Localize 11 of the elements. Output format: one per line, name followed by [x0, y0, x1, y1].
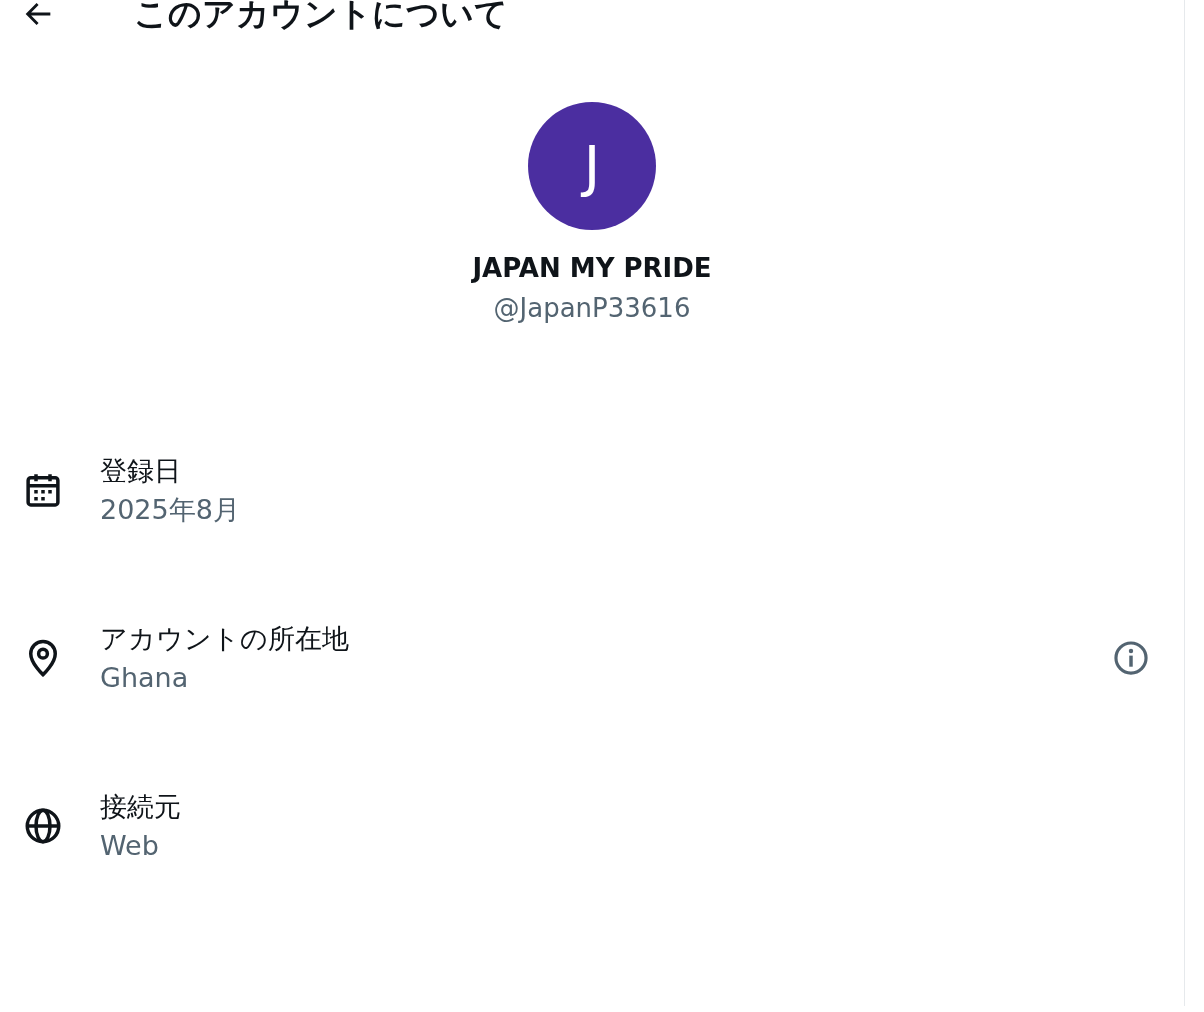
- detail-label: 接続元: [100, 790, 182, 824]
- display-name: JAPAN MY PRIDE: [472, 252, 712, 284]
- detail-label: アカウントの所在地: [100, 622, 350, 656]
- info-icon[interactable]: [1112, 639, 1150, 677]
- detail-label: 登録日: [100, 454, 182, 488]
- page-title: このアカウントについて: [134, 0, 508, 34]
- detail-value: Ghana: [100, 661, 190, 695]
- user-handle: @JapanP33616: [493, 292, 691, 325]
- avatar: J: [528, 102, 656, 230]
- detail-value: Web: [100, 829, 160, 863]
- detail-value: 2025年8月: [100, 493, 241, 527]
